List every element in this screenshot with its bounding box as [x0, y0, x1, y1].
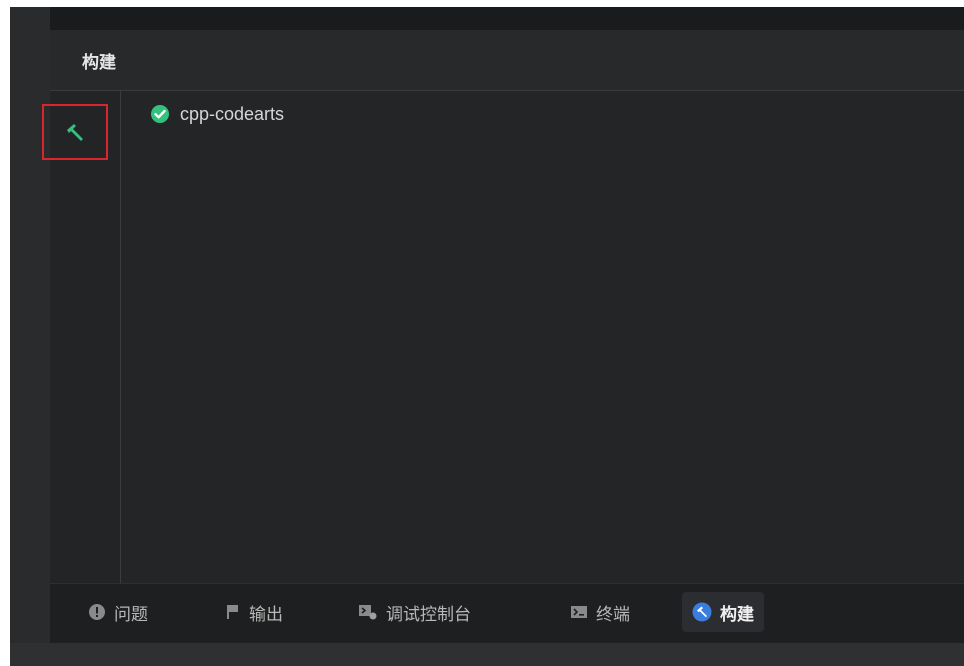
tab-output[interactable]: 输出 [215, 592, 293, 632]
status-bar [10, 643, 964, 666]
tab-build[interactable]: 构建 [682, 592, 764, 632]
tab-problems[interactable]: 问题 [78, 592, 158, 632]
hammer-icon [692, 602, 712, 622]
tab-debug-console[interactable]: 调试控制台 [348, 592, 481, 632]
tab-label: 调试控制台 [386, 604, 471, 624]
tab-label: 构建 [720, 604, 754, 624]
ide-panel: 构建 cpp-codearts 问题 输出 调试控制台 终端 构建 [10, 7, 964, 666]
tab-terminal[interactable]: 终端 [560, 592, 640, 632]
terminal-icon [570, 604, 588, 620]
tool-strip [42, 91, 121, 584]
hammer-icon [64, 121, 86, 143]
build-tree: cpp-codearts [121, 91, 964, 584]
tree-item-label: cpp-codearts [180, 103, 285, 124]
flag-icon [225, 603, 241, 621]
tab-label: 输出 [249, 604, 283, 624]
build-hammer-button[interactable] [42, 104, 108, 160]
alert-circle-icon [88, 603, 106, 621]
success-check-icon [150, 104, 170, 124]
debug-console-icon [358, 603, 378, 621]
tab-label: 问题 [114, 604, 148, 624]
tab-label: 终端 [596, 604, 630, 624]
panel-title: 构建 [82, 53, 116, 72]
top-bar [50, 7, 964, 30]
bottom-panel-tabs: 问题 输出 调试控制台 终端 构建 [50, 583, 964, 643]
tree-item[interactable]: cpp-codearts [150, 102, 284, 126]
panel-header: 构建 [50, 30, 964, 91]
